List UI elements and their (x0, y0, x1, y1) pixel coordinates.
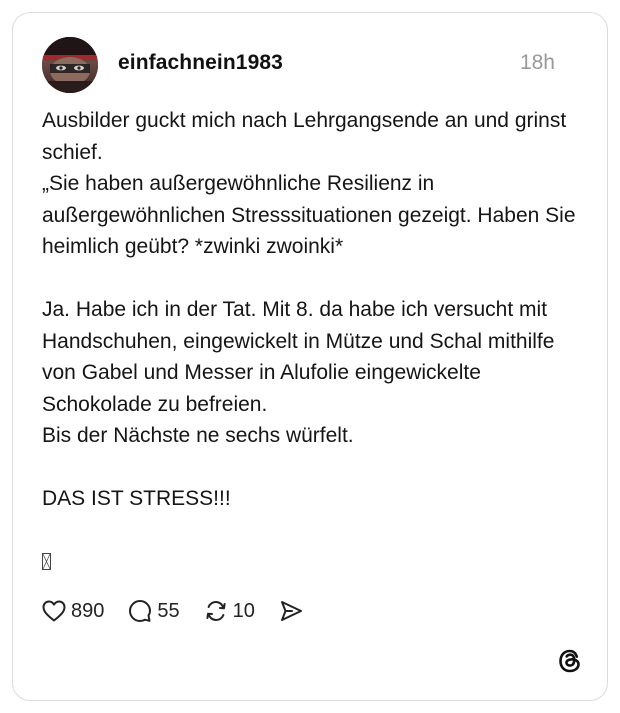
avatar[interactable] (42, 37, 98, 93)
like-count: 890 (71, 599, 105, 622)
comment-bubble-icon (129, 600, 152, 622)
repost-count: 10 (232, 599, 255, 622)
post-card: einfachnein1983 18h Ausbilder guckt mich… (12, 12, 608, 701)
send-icon (280, 601, 302, 621)
repost-arrows-icon (206, 600, 226, 622)
post-header: einfachnein1983 18h (42, 37, 555, 93)
repost-button[interactable]: 10 (204, 599, 255, 623)
reply-count: 55 (157, 599, 180, 622)
threads-logo-icon[interactable] (557, 648, 583, 674)
reply-button[interactable]: 55 (128, 599, 180, 623)
share-button[interactable] (279, 600, 303, 622)
post-timestamp: 18h (519, 51, 555, 74)
missing-glyph-box-icon (42, 553, 51, 570)
username[interactable]: einfachnein1983 (118, 51, 283, 75)
post-text: Ausbilder guckt mich nach Lehrgangsende … (42, 109, 576, 510)
avatar-image (42, 37, 98, 93)
heart-icon (42, 600, 66, 622)
post-actions: 890 55 10 (42, 596, 327, 626)
like-button[interactable]: 890 (42, 600, 104, 623)
